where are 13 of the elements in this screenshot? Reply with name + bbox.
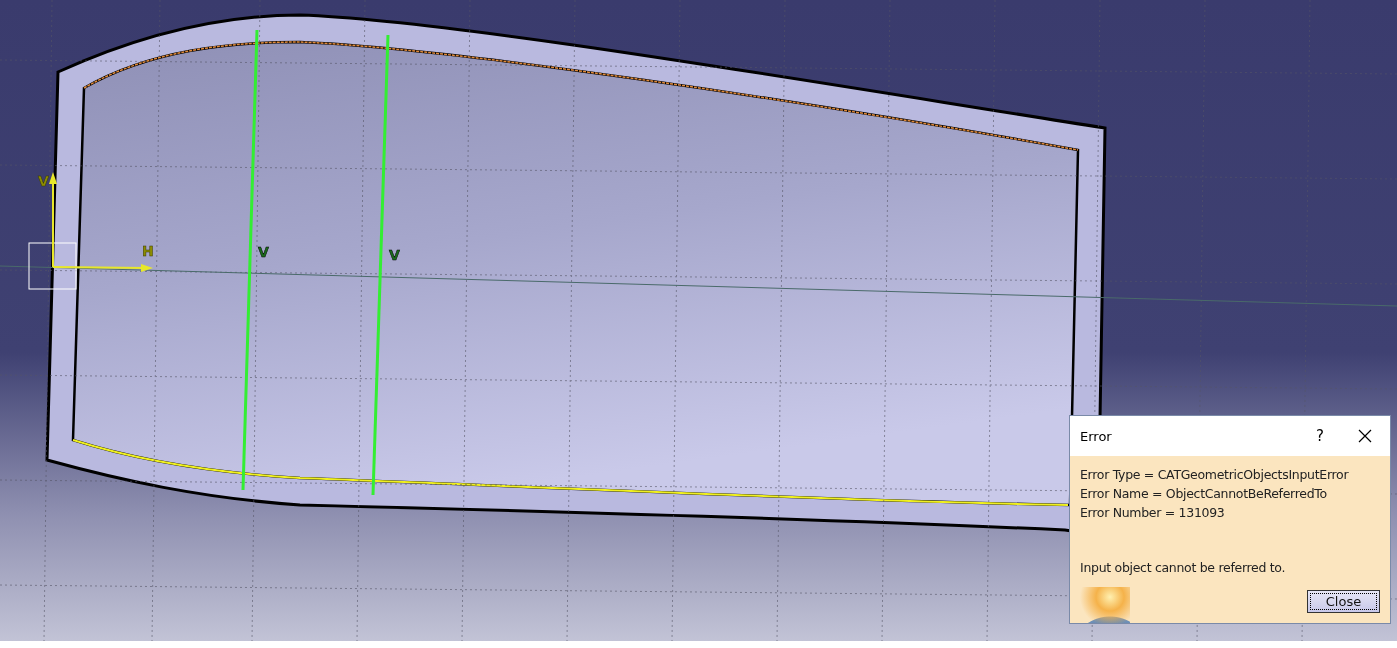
error-detail: Error Name = ObjectCannotBeReferredTo: [1080, 485, 1328, 503]
close-dialog-button[interactable]: Close: [1307, 590, 1380, 613]
constraint-label: V: [389, 247, 400, 263]
close-icon: [1358, 429, 1372, 443]
error-message: Input object cannot be referred to.: [1080, 560, 1287, 575]
error-detail: Error Type = CATGeometricObjectsInputError: [1080, 466, 1350, 484]
dialog-title: Error: [1080, 428, 1113, 444]
help-button[interactable]: ?: [1300, 416, 1340, 456]
3d-viewport[interactable]: V H V V Error ? Error Type = CATGeometricObjectsInputError Error Name = ObjectCannotBeReferredTo Error Number = 131093 Input object cannot be referred to. Close: [0, 0, 1397, 641]
constraint-label: V: [258, 244, 269, 260]
axis-label: H: [142, 243, 154, 259]
axis-label: V: [38, 173, 49, 189]
error-detail: Error Number = 131093: [1080, 504, 1226, 522]
